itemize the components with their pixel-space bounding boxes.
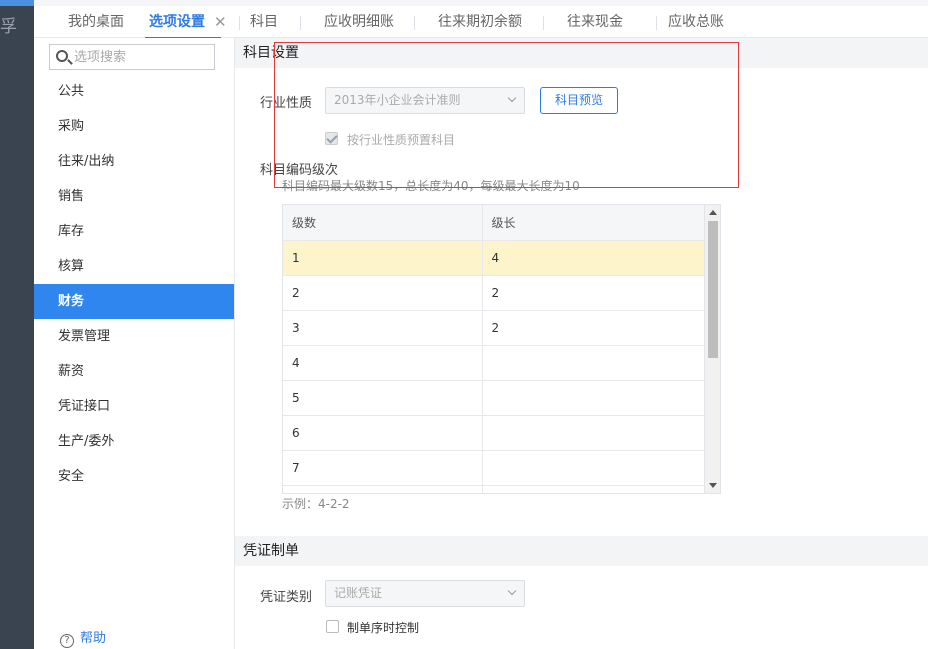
table-row[interactable]: 6 bbox=[283, 415, 706, 451]
column-header-length: 级长 bbox=[482, 205, 706, 241]
code-level-hint: 科目编码最大级数15，总长度为40，每级最大长度为10 bbox=[282, 179, 580, 193]
sidebar-item-security[interactable]: 安全 bbox=[34, 459, 234, 494]
industry-select[interactable]: 2013年小企业会计准则 bbox=[325, 87, 525, 114]
sidebar-item-public[interactable]: 公共 bbox=[34, 74, 234, 109]
code-level-grid: 级数 级长 14 22 32 4 5 6 7 8 bbox=[282, 204, 721, 494]
tab-option-settings[interactable]: 选项设置 bbox=[145, 6, 221, 39]
app-left-strip: 孚 bbox=[0, 0, 34, 649]
industry-label: 行业性质 bbox=[260, 96, 313, 111]
industry-select-value: 2013年小企业会计准则 bbox=[334, 93, 461, 107]
tab-current-cash[interactable]: 往来现金 bbox=[567, 6, 623, 38]
search-icon bbox=[56, 50, 68, 62]
table-row[interactable]: 32 bbox=[283, 310, 706, 346]
code-level-table: 级数 级长 14 22 32 4 5 6 7 8 bbox=[283, 205, 706, 493]
main-panel: 科目设置 行业性质 2013年小企业会计准则 科目预览 按行业性质预置科目 科目… bbox=[235, 38, 928, 649]
table-header-row: 级数 级长 bbox=[283, 205, 706, 241]
sidebar: 公共 采购 往来/出纳 销售 库存 核算 财务 发票管理 薪资 凭证接口 生产/… bbox=[34, 38, 235, 649]
sequence-control-label: 制单序时控制 bbox=[347, 621, 420, 635]
voucher-type-value: 记账凭证 bbox=[334, 586, 383, 600]
sidebar-item-cashier[interactable]: 往来/出纳 bbox=[34, 144, 234, 179]
table-row[interactable]: 7 bbox=[283, 450, 706, 486]
chevron-down-icon bbox=[507, 586, 517, 596]
tab-bar: 我的桌面 选项设置 ✕ 科目 应收明细账 往来期初余额 往来现金 应收总账 bbox=[34, 0, 928, 39]
table-row[interactable]: 22 bbox=[283, 275, 706, 311]
tab-my-desktop[interactable]: 我的桌面 bbox=[68, 6, 124, 38]
app-top-accent bbox=[0, 0, 34, 6]
chevron-down-icon bbox=[507, 93, 517, 103]
account-settings-header: 科目设置 bbox=[235, 38, 928, 68]
sidebar-item-purchase[interactable]: 采购 bbox=[34, 109, 234, 144]
search-box bbox=[49, 44, 215, 70]
close-icon[interactable]: ✕ bbox=[214, 6, 227, 38]
sidebar-item-costing[interactable]: 核算 bbox=[34, 249, 234, 284]
search-input[interactable] bbox=[74, 47, 210, 67]
tab-receivable-detail[interactable]: 应收明细账 bbox=[324, 6, 394, 38]
tab-option-settings-label: 选项设置 bbox=[149, 14, 205, 30]
app-logo-glyph: 孚 bbox=[0, 17, 17, 37]
voucher-type-label: 凭证类别 bbox=[260, 590, 313, 605]
preset-accounts-label: 按行业性质预置科目 bbox=[347, 133, 456, 147]
voucher-settings-header: 凭证制单 bbox=[235, 536, 928, 566]
tab-accounts[interactable]: 科目 bbox=[250, 6, 278, 38]
sidebar-item-finance[interactable]: 财务 bbox=[34, 284, 234, 319]
table-row[interactable]: 5 bbox=[283, 380, 706, 416]
sidebar-item-sales[interactable]: 销售 bbox=[34, 179, 234, 214]
account-preview-button[interactable]: 科目预览 bbox=[540, 87, 619, 114]
sidebar-item-inventory[interactable]: 库存 bbox=[34, 214, 234, 249]
sequence-control-checkbox[interactable] bbox=[326, 620, 339, 633]
column-header-level: 级数 bbox=[283, 205, 483, 241]
code-level-title: 科目编码级次 bbox=[260, 163, 339, 178]
table-row[interactable]: 4 bbox=[283, 345, 706, 381]
scrollbar-thumb[interactable] bbox=[708, 221, 718, 358]
table-row[interactable]: 8 bbox=[283, 485, 706, 493]
table-row[interactable]: 14 bbox=[283, 240, 706, 276]
help-icon: ? bbox=[60, 634, 74, 648]
sidebar-item-invoice[interactable]: 发票管理 bbox=[34, 319, 234, 354]
scroll-down-arrow-icon[interactable] bbox=[709, 483, 717, 488]
tab-receivable-ledger[interactable]: 应收总账 bbox=[668, 6, 724, 38]
help-label: 帮助 bbox=[80, 631, 107, 646]
code-example: 示例：4-2-2 bbox=[282, 497, 350, 511]
scroll-up-arrow-icon[interactable] bbox=[709, 210, 717, 215]
help-link[interactable]: ? 帮助 bbox=[60, 630, 106, 648]
table-scrollbar[interactable] bbox=[704, 205, 720, 493]
sidebar-item-voucher-interface[interactable]: 凭证接口 bbox=[34, 389, 234, 424]
sidebar-item-payroll[interactable]: 薪资 bbox=[34, 354, 234, 389]
voucher-type-select[interactable]: 记账凭证 bbox=[325, 580, 525, 607]
sidebar-item-production[interactable]: 生产/委外 bbox=[34, 424, 234, 459]
tab-opening-balance[interactable]: 往来期初余额 bbox=[438, 6, 522, 38]
preset-accounts-checkbox[interactable] bbox=[325, 132, 338, 145]
